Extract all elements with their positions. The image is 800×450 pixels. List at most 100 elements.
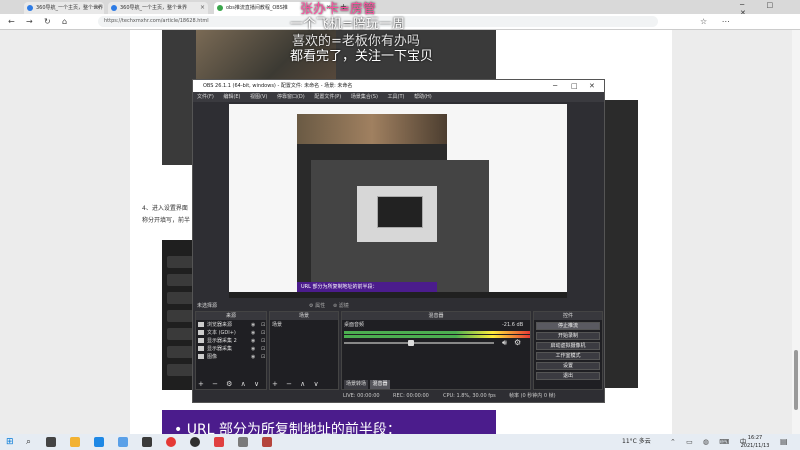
menu-edit[interactable]: 编辑(E)	[223, 94, 240, 100]
refresh-icon[interactable]: ↻	[44, 15, 51, 28]
app-icon[interactable]	[238, 437, 248, 447]
obs-taskbar-icon[interactable]	[190, 437, 200, 447]
stop-streaming-button[interactable]: 停止推流	[536, 322, 600, 330]
text-icon	[198, 330, 204, 335]
settings-side-item	[167, 274, 193, 286]
home-icon[interactable]: ⌂	[62, 15, 67, 28]
selection-header: 未选择源 ⚙ 属性 ⊚ 滤镜	[193, 302, 604, 310]
source-buttons[interactable]: + − ⚙ ∧ ∨	[198, 380, 262, 388]
minimize-icon[interactable]: ─	[553, 80, 557, 92]
controls-panel: 控件 停止推流 开始录制 启动虚拟摄像机 工作室模式 设置 退出	[533, 311, 603, 390]
settings-side-item	[167, 256, 193, 268]
settings-side-item	[167, 310, 193, 322]
app-icon[interactable]	[262, 437, 272, 447]
volume-slider[interactable]	[344, 342, 494, 344]
menu-tools[interactable]: 工具(T)	[388, 94, 405, 100]
obs-preview[interactable]: URL 部分为所复制地址的前半段：	[229, 104, 567, 298]
close-icon[interactable]: ×	[200, 2, 205, 14]
properties-icon[interactable]: ⚙ 属性	[309, 302, 325, 310]
menu-view[interactable]: 视图(V)	[250, 94, 267, 100]
virtual-camera-button[interactable]: 启动虚拟摄像机	[536, 342, 600, 350]
maximize-icon[interactable]: □	[571, 80, 578, 92]
app-icon[interactable]	[142, 437, 152, 447]
obs-window: OBS 26.1.1 (64-bit, windows) - 配置文件: 未命名…	[192, 79, 605, 403]
preview-taskbar	[229, 292, 567, 298]
source-name: 显示器采集	[207, 346, 233, 352]
menu-file[interactable]: 文件(F)	[197, 94, 214, 100]
menu-docks[interactable]: 停靠窗口(D)	[277, 94, 305, 100]
task-view-icon[interactable]	[46, 437, 56, 447]
studio-mode-button[interactable]: 工作室模式	[536, 352, 600, 360]
tray-icons[interactable]: ⌃ ▭ ◍ ⌨ 中	[670, 437, 751, 447]
settings-side-item	[167, 346, 193, 358]
mixer-source: 桌面音频	[344, 322, 365, 328]
source-item[interactable]: 显示器采集 ◉ ⊡	[198, 346, 265, 353]
search-icon[interactable]: ⌕	[26, 437, 31, 447]
mixer-panel-header: 混音器	[342, 312, 530, 320]
exit-button[interactable]: 退出	[536, 372, 600, 380]
step-line-1: 4、进入设置界面	[142, 205, 188, 212]
start-recording-button[interactable]: 开始录制	[536, 332, 600, 340]
settings-side-item	[167, 328, 193, 340]
tab-favicon-icon	[111, 5, 117, 11]
start-icon[interactable]: ⊞	[6, 437, 14, 447]
clock[interactable]: 16:27 2021/11/13	[740, 434, 770, 450]
eye-icon[interactable]: ◉	[251, 354, 255, 361]
scrollbar-thumb[interactable]	[794, 350, 798, 410]
source-name: 图像	[207, 354, 218, 360]
live-time: LIVE: 00:00:00	[343, 393, 380, 399]
edge-icon[interactable]	[94, 437, 104, 447]
filters-icon[interactable]: ⊚ 滤镜	[333, 302, 349, 310]
weather[interactable]: 11°C 多云	[622, 437, 651, 447]
menu-help[interactable]: 帮助(H)	[414, 94, 432, 100]
store-icon[interactable]	[118, 437, 128, 447]
lock-icon[interactable]: ⊡	[261, 322, 265, 329]
tab-transitions[interactable]: 场景转场	[344, 380, 368, 389]
menu-profile[interactable]: 配置文件(P)	[314, 94, 341, 100]
close-icon[interactable]: ✕	[589, 80, 595, 92]
page-scrollbar[interactable]	[792, 30, 800, 434]
scene-item[interactable]: 场景	[272, 322, 282, 329]
menu-scene-collection[interactable]: 场景集合(S)	[351, 94, 378, 100]
scene-buttons[interactable]: + − ∧ ∨	[272, 380, 322, 388]
notification-icon[interactable]: ▤	[780, 437, 788, 446]
volume-handle[interactable]	[408, 340, 414, 346]
source-item[interactable]: 显示器采集 2 ◉ ⊡	[198, 338, 265, 345]
mixer-panel: 混音器 桌面音频 -21.6 dB 🔊︎ ⚙ 场景转场 混音器	[341, 311, 531, 390]
eye-icon[interactable]: ◉	[251, 338, 255, 345]
controls-panel-header: 控件	[534, 312, 602, 320]
tab-mixer[interactable]: 混音器	[370, 380, 390, 389]
tab-label: 360导航_一个主页，整个世界	[120, 5, 188, 11]
lock-icon[interactable]: ⊡	[261, 354, 265, 361]
speaker-icon[interactable]: 🔊︎	[502, 338, 507, 348]
overlay-line-4: 都看完了，关注一下宝贝	[290, 49, 434, 64]
step-line-2: 称分开填写，前半	[142, 217, 191, 224]
source-item[interactable]: 图像 ◉ ⊡	[198, 354, 265, 361]
lock-icon[interactable]: ⊡	[261, 338, 265, 345]
cpu-fps: CPU: 1.8%, 30.00 fps	[443, 393, 496, 399]
browser-tab[interactable]: 360导航_一个主页，整个世界 ×	[108, 2, 208, 14]
browser-tab[interactable]: 360导航_一个主页，整个世界 ×	[24, 2, 104, 14]
source-name: 浏览器来源	[207, 322, 233, 328]
close-icon[interactable]: ×	[96, 2, 101, 14]
eye-icon[interactable]: ◉	[251, 330, 255, 337]
eye-icon[interactable]: ◉	[251, 322, 255, 329]
preview-image	[297, 114, 447, 144]
back-icon[interactable]: ←	[8, 15, 15, 28]
app-icon[interactable]	[166, 437, 176, 447]
lock-icon[interactable]: ⊡	[261, 330, 265, 337]
toolbar-icons[interactable]: ☆ ⋯	[700, 15, 736, 28]
source-item[interactable]: 文本 (GDI+) ◉ ⊡	[198, 330, 265, 337]
app-icon[interactable]	[214, 437, 224, 447]
file-explorer-icon[interactable]	[70, 437, 80, 447]
scenes-panel: 场景 场景 + − ∧ ∨	[269, 311, 339, 390]
source-item[interactable]: 浏览器来源 ◉ ⊡	[198, 322, 265, 329]
settings-button[interactable]: 设置	[536, 362, 600, 370]
lock-icon[interactable]: ⊡	[261, 346, 265, 353]
browser-icon	[198, 322, 204, 327]
forward-icon[interactable]: →	[26, 15, 33, 28]
gear-icon[interactable]: ⚙	[514, 338, 521, 347]
audio-meter	[344, 331, 530, 334]
dropped-frames: 帧率 (0 秒钟内 0 帧)	[509, 393, 556, 399]
eye-icon[interactable]: ◉	[251, 346, 255, 353]
